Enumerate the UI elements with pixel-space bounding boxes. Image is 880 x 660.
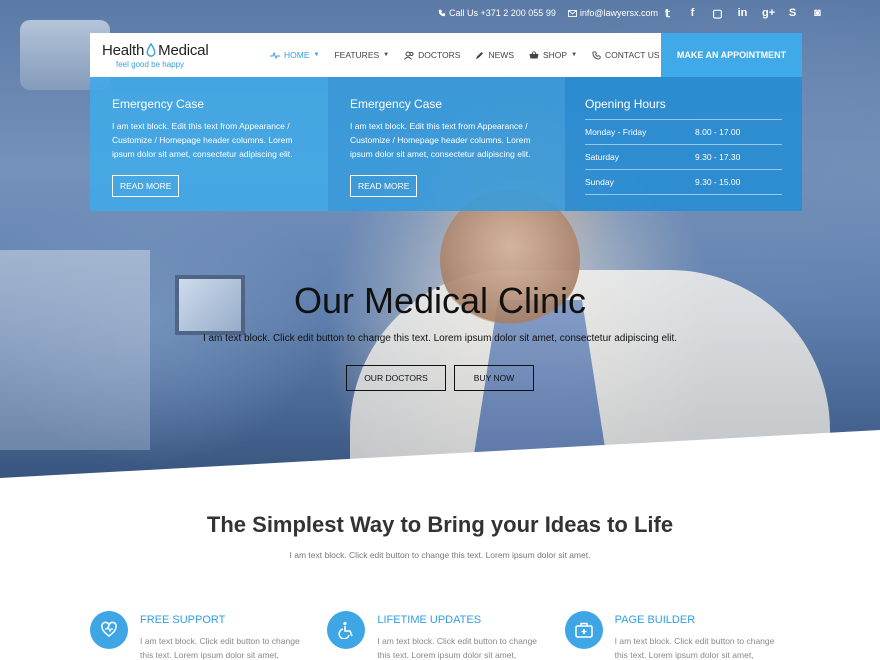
first-aid-kit-icon xyxy=(564,611,603,649)
feature-title: FREE SUPPORT xyxy=(140,614,226,626)
hero-title: Our Medical Clinic xyxy=(293,280,587,321)
feature-text: I am text block. Click edit button to ch… xyxy=(140,636,300,660)
basket-icon xyxy=(529,51,539,59)
feature-text: I am text block. Click edit button to ch… xyxy=(614,636,775,660)
linkedin-icon[interactable]: in xyxy=(737,7,748,20)
hours-time: 9.30 - 17.30 xyxy=(695,152,741,162)
heartbeat-icon xyxy=(270,51,280,59)
feature-item: LIFETIME UPDATES I am text block. Click … xyxy=(327,611,564,660)
hours-day: Sunday xyxy=(585,177,614,187)
envelope-icon xyxy=(567,9,577,17)
topbar-email-text: info@lawyersx.com xyxy=(579,8,658,18)
buy-now-button[interactable]: BUY NOW xyxy=(454,365,534,391)
phone-icon xyxy=(592,50,601,60)
nav-item-label: SHOP xyxy=(542,50,568,60)
make-appointment-button[interactable]: MAKE AN APPOINTMENT xyxy=(661,33,802,77)
feature-item: FREE SUPPORT I am text block. Click edit… xyxy=(90,611,327,660)
site-header: Health Medical feel good be happy HOME ▼… xyxy=(90,33,802,77)
our-doctors-button[interactable]: OUR DOCTORS xyxy=(346,365,446,391)
skype-icon[interactable]: S xyxy=(787,7,798,20)
caret-down-icon: ▼ xyxy=(571,52,578,58)
section-subtitle: I am text block. Click edit button to ch… xyxy=(289,550,591,560)
topbar-phone[interactable]: Call Us +371 2 200 055 99 xyxy=(438,8,556,18)
hours-day: Monday - Friday xyxy=(585,127,647,137)
info-panels: Emergency Case I am text block. Edit thi… xyxy=(90,77,802,211)
topbar-email[interactable]: info@lawyersx.com xyxy=(567,8,658,18)
read-more-button[interactable]: READ MORE xyxy=(350,175,418,197)
nav-item-label: NEWS xyxy=(488,50,514,60)
logo-title-part2: Medical xyxy=(158,41,209,59)
nav-item-label: DOCTORS xyxy=(418,50,461,60)
hours-row: Monday - Friday 8.00 - 17.00 xyxy=(585,119,782,145)
emergency-panel-2: Emergency Case I am text block. Edit thi… xyxy=(328,77,565,211)
feature-title: LIFETIME UPDATES xyxy=(377,614,482,626)
hours-row: Sunday 9.30 - 15.00 xyxy=(585,170,782,195)
panel-title: Opening Hours xyxy=(585,97,666,111)
social-links: 𝕥 f ▢ in g+ S ◙ xyxy=(662,7,823,20)
logo-tagline: feel good be happy xyxy=(116,59,185,69)
hours-time: 8.00 - 17.00 xyxy=(695,127,741,137)
feature-item: PAGE BUILDER I am text block. Click edit… xyxy=(564,611,802,660)
main-nav: HOME ▼ FEATURES ▼ DOCTORS NEWS SHOP ▼ CO… xyxy=(270,33,660,77)
hero-subtitle: I am text block. Click edit button to ch… xyxy=(202,333,678,344)
nav-item-label: CONTACT US xyxy=(605,50,660,60)
features-row: FREE SUPPORT I am text block. Click edit… xyxy=(90,611,802,660)
nav-item-doctors[interactable]: DOCTORS xyxy=(404,50,460,60)
users-icon xyxy=(404,51,414,60)
nav-item-contact[interactable]: CONTACT US xyxy=(592,50,660,60)
heart-hand-icon xyxy=(90,611,128,649)
nav-item-label: HOME xyxy=(284,50,310,60)
caret-down-icon: ▼ xyxy=(383,52,390,58)
hero-buttons: OUR DOCTORS BUY NOW xyxy=(0,365,880,391)
opening-hours-panel: Opening Hours Monday - Friday 8.00 - 17.… xyxy=(565,77,802,211)
water-drop-icon xyxy=(146,42,156,57)
wheelchair-icon xyxy=(327,611,366,649)
panel-text: I am text block. Edit this text from App… xyxy=(350,121,531,159)
emergency-panel-1: Emergency Case I am text block. Edit thi… xyxy=(90,77,328,211)
section-title: The Simplest Way to Bring your Ideas to … xyxy=(206,512,674,537)
caret-down-icon: ▼ xyxy=(313,52,320,58)
nav-item-features[interactable]: FEATURES ▼ xyxy=(334,50,389,60)
topbar-phone-text: Call Us +371 2 200 055 99 xyxy=(449,8,556,18)
nav-item-news[interactable]: NEWS xyxy=(475,50,514,60)
feature-text: I am text block. Click edit button to ch… xyxy=(377,636,538,660)
hours-day: Saturday xyxy=(585,152,620,162)
feature-title: PAGE BUILDER xyxy=(614,614,696,626)
phone-icon xyxy=(438,9,446,17)
logo-title-part1: Health xyxy=(102,41,145,59)
site-logo[interactable]: Health Medical feel good be happy xyxy=(90,42,250,69)
read-more-button[interactable]: READ MORE xyxy=(112,175,180,197)
topbar: Call Us +371 2 200 055 99 info@lawyersx.… xyxy=(438,8,658,18)
nav-item-label: FEATURES xyxy=(334,50,380,60)
hours-time: 9.30 - 15.00 xyxy=(695,177,741,187)
rss-icon[interactable]: ◙ xyxy=(812,7,823,20)
hours-row: Saturday 9.30 - 17.30 xyxy=(585,145,782,170)
vimeo-icon[interactable]: ▢ xyxy=(712,7,723,20)
twitter-icon[interactable]: 𝕥 xyxy=(662,7,673,20)
panel-title: Emergency Case xyxy=(350,97,443,111)
pencil-icon xyxy=(476,51,484,59)
nav-item-shop[interactable]: SHOP ▼ xyxy=(529,50,577,60)
panel-title: Emergency Case xyxy=(112,97,205,111)
googleplus-icon[interactable]: g+ xyxy=(762,7,775,20)
nav-item-home[interactable]: HOME ▼ xyxy=(270,50,319,60)
panel-text: I am text block. Edit this text from App… xyxy=(112,121,293,159)
facebook-icon[interactable]: f xyxy=(687,7,698,20)
